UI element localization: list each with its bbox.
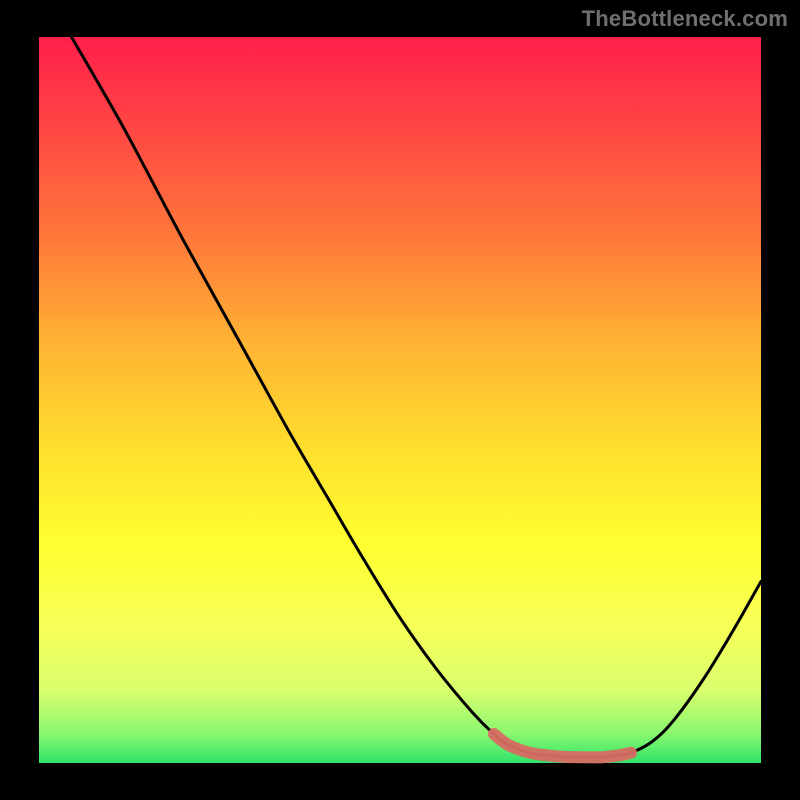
plot-gradient-area: [39, 37, 761, 763]
watermark-text: TheBottleneck.com: [582, 6, 788, 32]
